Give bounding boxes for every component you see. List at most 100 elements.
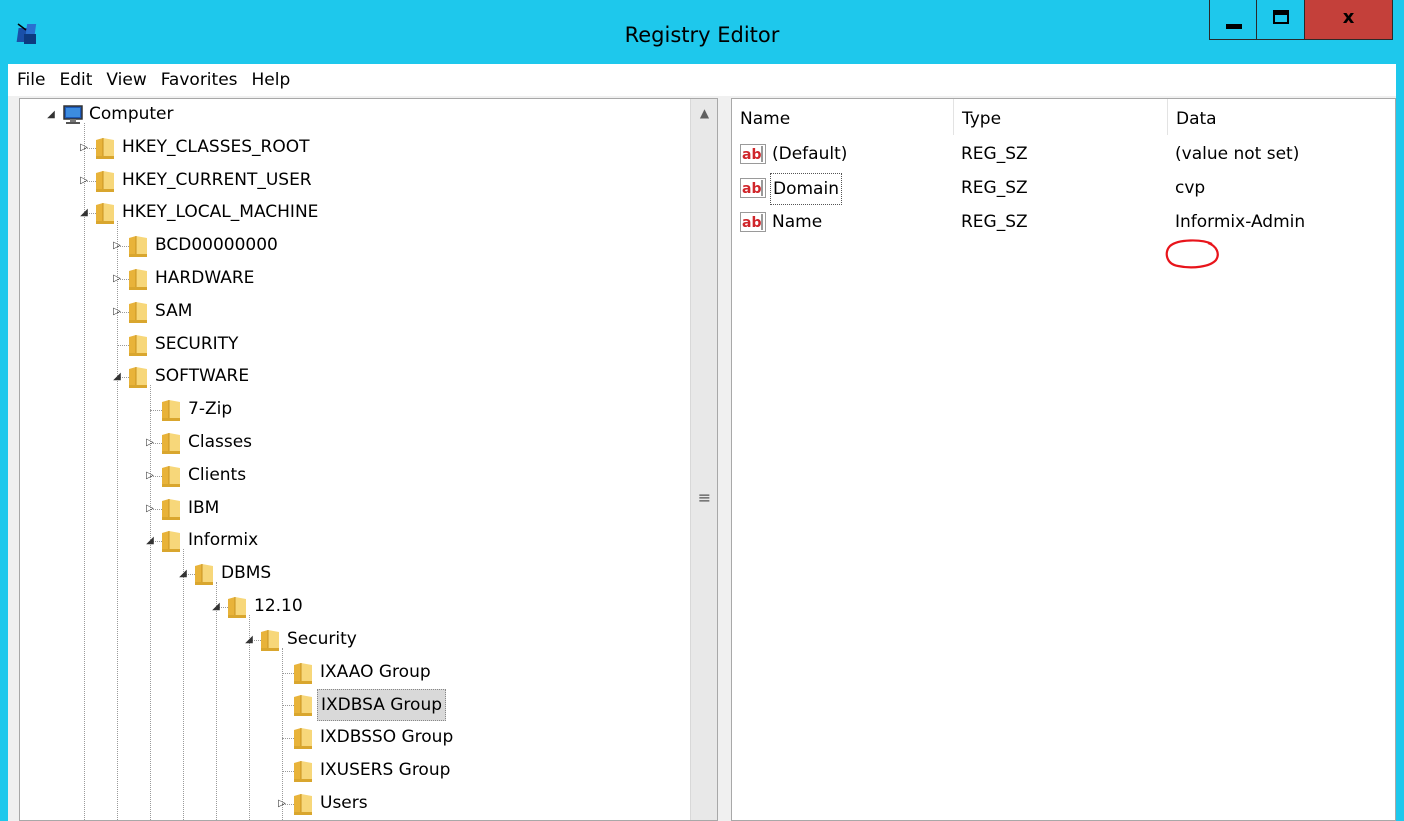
folder-icon — [94, 169, 116, 193]
folder-icon — [94, 201, 116, 225]
tree-node-label: HKEY_CURRENT_USER — [122, 169, 312, 190]
tree-node-label: SOFTWARE — [155, 366, 250, 387]
expand-arrow-icon[interactable]: ▷ — [111, 306, 123, 318]
tree-guide-line — [216, 582, 217, 820]
value-row[interactable]: ab Domain REG_SZ cvp — [732, 172, 1395, 205]
tree-node-label: DBMS — [221, 563, 272, 584]
string-value-icon: ab — [740, 144, 766, 164]
string-value-icon: ab — [740, 178, 766, 198]
tree-node-label: 12.10 — [254, 596, 303, 616]
maximize-button[interactable] — [1257, 0, 1305, 40]
close-button[interactable]: x — [1305, 0, 1393, 40]
expand-arrow-icon[interactable]: ▷ — [144, 437, 156, 449]
tree-scrollbar[interactable]: ▲ ≡ — [690, 99, 717, 820]
folder-icon — [292, 792, 314, 816]
value-name: (Default) — [772, 144, 848, 164]
folder-icon — [94, 136, 116, 160]
value-type: REG_SZ — [961, 212, 1028, 232]
folder-icon — [226, 595, 248, 619]
tree-node-label: Clients — [188, 464, 247, 485]
close-icon: x — [1342, 7, 1355, 28]
minimize-icon — [1226, 24, 1242, 29]
menu-favorites[interactable]: Favorites — [161, 64, 238, 96]
tree-node-label: IXDBSA Group — [317, 689, 447, 722]
folder-icon — [193, 562, 215, 586]
maximize-icon — [1273, 10, 1289, 24]
tree-guide-line — [183, 549, 184, 820]
expand-arrow-icon[interactable]: ▷ — [111, 273, 123, 285]
tree-node-label: Informix — [188, 530, 259, 551]
value-data: Informix-Admin — [1175, 212, 1306, 232]
folder-icon — [292, 726, 314, 750]
menu-bar: File Edit View Favorites Help — [8, 64, 1396, 96]
menu-help[interactable]: Help — [252, 64, 291, 96]
expand-arrow-icon[interactable]: ▷ — [144, 503, 156, 515]
svg-text:ab: ab — [742, 215, 761, 231]
minimize-button[interactable] — [1209, 0, 1257, 40]
tree-node-label: IXUSERS Group — [320, 760, 451, 780]
folder-icon — [160, 497, 182, 521]
scroll-grip-icon[interactable]: ≡ — [691, 483, 717, 513]
folder-icon — [127, 365, 149, 389]
computer-icon — [61, 103, 83, 127]
expand-arrow-icon[interactable]: ▷ — [78, 175, 90, 187]
tree-node-label: Computer — [89, 104, 174, 124]
expand-arrow-icon[interactable]: ▷ — [111, 240, 123, 252]
expand-arrow-icon[interactable]: ▷ — [78, 142, 90, 154]
value-type: REG_SZ — [961, 144, 1028, 164]
collapse-arrow-icon[interactable]: ◢ — [144, 535, 156, 547]
tree-node-label: HKEY_LOCAL_MACHINE — [122, 202, 319, 223]
menu-file[interactable]: File — [17, 64, 45, 96]
value-name: Name — [772, 212, 823, 232]
folder-icon — [127, 300, 149, 324]
folder-icon — [292, 693, 314, 717]
column-header-name[interactable]: Name — [732, 99, 954, 135]
folder-icon — [292, 661, 314, 685]
collapse-arrow-icon[interactable]: ◢ — [78, 207, 90, 219]
column-header-type[interactable]: Type — [954, 99, 1168, 135]
registry-tree[interactable]: ▲ ≡ ◢ Computer ▷ HKEY_CLASSES_ROOT ▷ HKEY_CUR… — [19, 98, 718, 821]
tree-guide-line — [84, 123, 85, 820]
value-name: Domain — [770, 173, 842, 205]
tree-node-label: SAM — [155, 300, 193, 321]
expand-arrow-icon[interactable]: ▷ — [276, 798, 288, 810]
tree-node-label: IXDBSSO Group — [320, 727, 454, 748]
collapse-arrow-icon[interactable]: ◢ — [111, 371, 123, 383]
value-type: REG_SZ — [961, 178, 1028, 198]
folder-icon — [127, 333, 149, 357]
tree-node-label: IBM — [188, 497, 220, 518]
collapse-arrow-icon[interactable]: ◢ — [243, 634, 255, 646]
collapse-arrow-icon[interactable]: ◢ — [210, 601, 222, 613]
tree-node-label: 7-Zip — [188, 399, 233, 420]
folder-icon — [292, 759, 314, 783]
folder-icon — [127, 234, 149, 258]
title-bar[interactable]: Registry Editor x — [0, 0, 1404, 64]
tree-node-label: SECURITY — [155, 333, 239, 354]
value-row[interactable]: ab Name REG_SZ Informix-Admin — [732, 206, 1395, 238]
folder-icon — [160, 529, 182, 553]
values-list[interactable]: Name Type Data ab (Default) REG_SZ (value n… — [731, 98, 1396, 821]
tree-node-label: BCD00000000 — [155, 235, 278, 256]
tree-node-label: HKEY_CLASSES_ROOT — [122, 136, 310, 157]
tree-node-label: IXAAO Group — [320, 661, 431, 682]
folder-icon — [160, 464, 182, 488]
tree-guide-line — [282, 647, 283, 820]
collapse-arrow-icon[interactable]: ◢ — [45, 109, 57, 121]
column-header-data[interactable]: Data — [1168, 99, 1395, 135]
value-row[interactable]: ab (Default) REG_SZ (value not set) — [732, 138, 1395, 170]
tree-guide-line — [249, 615, 250, 820]
folder-icon — [160, 398, 182, 422]
menu-view[interactable]: View — [106, 64, 146, 96]
expand-arrow-icon[interactable]: ▷ — [144, 470, 156, 482]
tree-node-label: Classes — [188, 432, 253, 452]
pane-splitter[interactable] — [718, 98, 731, 821]
collapse-arrow-icon[interactable]: ◢ — [177, 568, 189, 580]
svg-text:ab: ab — [742, 147, 761, 163]
tree-node-label: HARDWARE — [155, 268, 255, 288]
tree-node-label: Users — [320, 792, 368, 813]
scroll-up-icon[interactable]: ▲ — [691, 99, 717, 127]
folder-icon — [127, 267, 149, 291]
folder-icon — [160, 431, 182, 455]
value-data: (value not set) — [1175, 144, 1300, 164]
menu-edit[interactable]: Edit — [59, 64, 92, 96]
